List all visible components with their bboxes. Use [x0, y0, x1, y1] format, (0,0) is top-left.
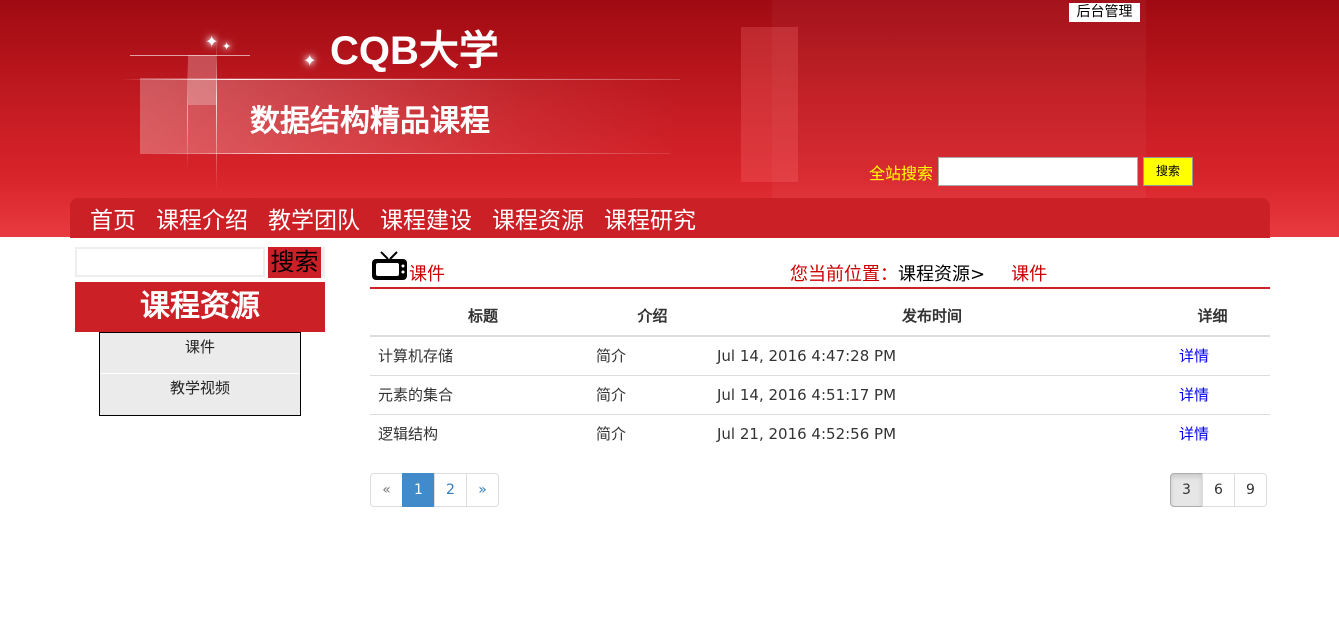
- cell-publish-time: Jul 14, 2016 4:51:17 PM: [709, 375, 1155, 415]
- detail-link[interactable]: 详情: [1179, 386, 1209, 404]
- cell-intro: 简介: [596, 336, 709, 376]
- breadcrumb-current: 课件: [1011, 264, 1048, 285]
- main-nav: 首页 课程介绍 教学团队 课程建设 课程资源 课程研究: [70, 198, 1270, 238]
- section-divider: [370, 287, 1270, 289]
- star-sparkle-icon: ✦: [222, 40, 232, 53]
- cell-title: 计算机存储: [370, 336, 596, 376]
- category-label: 课件: [409, 264, 445, 285]
- pagination-page-1[interactable]: 1: [402, 473, 435, 507]
- star-sparkle-icon: ✦: [303, 51, 317, 70]
- breadcrumb: 您当前位置：课程资源> 课件: [790, 260, 1047, 286]
- nav-item-course-building[interactable]: 课程建设: [380, 201, 472, 235]
- site-search-button[interactable]: 搜索: [1143, 157, 1193, 186]
- site-search-input[interactable]: [938, 157, 1138, 186]
- detail-link[interactable]: 详情: [1179, 347, 1209, 365]
- site-title: CQB大学: [330, 29, 499, 73]
- sidebar-menu: 课件 教学视频: [99, 332, 301, 416]
- sidebar-item-teaching-video[interactable]: 教学视频: [100, 374, 300, 415]
- pagination-page-2[interactable]: 2: [434, 473, 467, 507]
- pagination-next[interactable]: »: [466, 473, 499, 507]
- banner-decoration: [188, 55, 216, 105]
- page-size-option-9[interactable]: 9: [1234, 473, 1267, 507]
- cell-intro: 简介: [596, 375, 709, 415]
- column-header-intro: 介绍: [596, 296, 709, 337]
- cell-publish-time: Jul 21, 2016 4:52:56 PM: [717, 424, 897, 443]
- star-sparkle-icon: ✦: [205, 32, 219, 51]
- nav-item-teaching-team[interactable]: 教学团队: [268, 201, 360, 235]
- banner-decoration: [150, 153, 670, 154]
- banner-decoration: [216, 40, 217, 190]
- nav-item-course-resources[interactable]: 课程资源: [492, 201, 584, 235]
- sidebar-title: 课程资源: [75, 282, 325, 332]
- table-header-row: 标题 介绍 发布时间 详细: [370, 296, 1270, 337]
- table-row: 计算机存储 简介 Jul 14, 2016 4:47:28 PM 详情: [370, 336, 1270, 376]
- sidebar-search-button[interactable]: 搜索: [268, 247, 321, 278]
- nav-item-course-research[interactable]: 课程研究: [604, 201, 696, 235]
- pagination-prev[interactable]: «: [370, 473, 403, 507]
- banner-decoration: [741, 27, 798, 182]
- nav-item-course-intro[interactable]: 课程介绍: [156, 201, 248, 235]
- cell-title: 逻辑结构: [378, 425, 439, 444]
- resource-table: 标题 介绍 发布时间 详细 计算机存储 简介 Jul 14, 2016 4:47…: [370, 296, 1270, 453]
- tv-icon: [372, 251, 407, 280]
- pagination: « 1 2 »: [370, 473, 499, 507]
- page-size-selector: 3 6 9: [1170, 473, 1267, 507]
- sidebar-search-button-edge: [321, 247, 325, 278]
- site-search-label: 全站搜索: [869, 164, 934, 183]
- admin-link[interactable]: 后台管理: [1069, 3, 1140, 22]
- nav-item-home[interactable]: 首页: [90, 201, 136, 235]
- cell-intro: 简介: [596, 425, 627, 444]
- breadcrumb-path[interactable]: 课程资源>: [898, 264, 985, 285]
- detail-link[interactable]: 详情: [1179, 425, 1209, 443]
- course-title: 数据结构精品课程: [250, 104, 490, 139]
- table-row: 逻辑结构 简介 Jul 21, 2016 4:52:56 PM 详情: [370, 414, 1270, 453]
- page-size-option-3[interactable]: 3: [1170, 473, 1203, 507]
- sidebar-item-courseware[interactable]: 课件: [100, 333, 300, 374]
- cell-title: 元素的集合: [370, 375, 596, 415]
- column-header-detail: 详细: [1155, 296, 1270, 337]
- breadcrumb-prefix: 您当前位置：: [790, 264, 898, 285]
- cell-publish-time: Jul 14, 2016 4:47:28 PM: [709, 336, 1155, 376]
- column-header-publish-time: 发布时间: [709, 296, 1155, 337]
- page-size-option-6[interactable]: 6: [1202, 473, 1235, 507]
- table-row: 元素的集合 简介 Jul 14, 2016 4:51:17 PM 详情: [370, 375, 1270, 415]
- column-header-title: 标题: [370, 296, 596, 337]
- sidebar-search-input[interactable]: [75, 247, 265, 277]
